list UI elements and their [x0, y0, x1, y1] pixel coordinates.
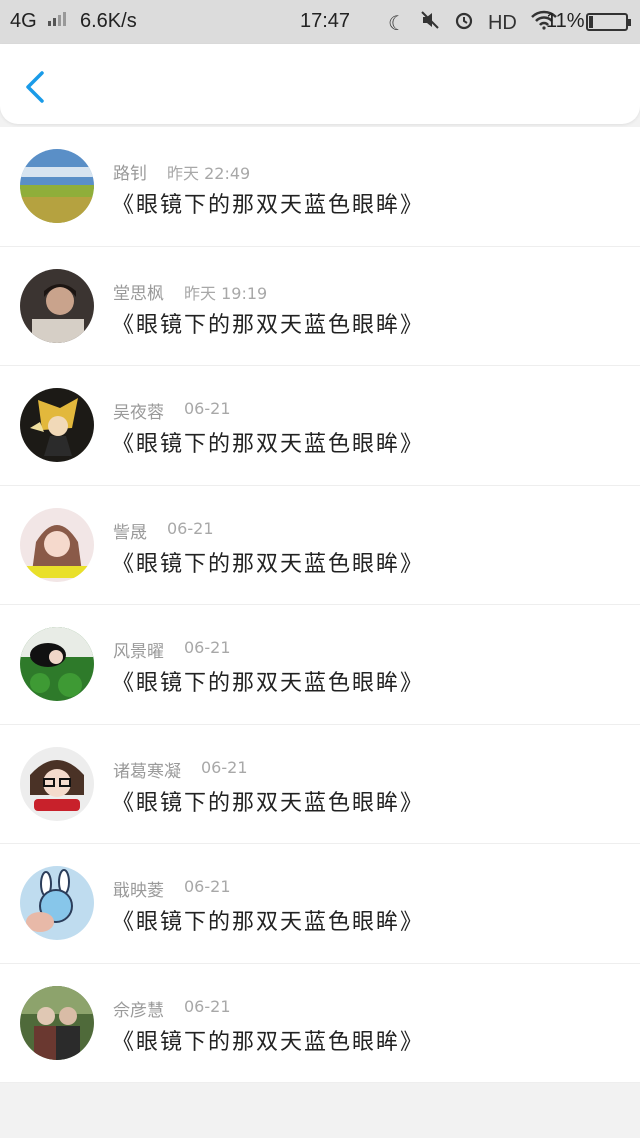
message-text: 《眼镜下的那双天蓝色眼眸》: [112, 790, 425, 816]
message-time: 06-21: [184, 399, 231, 418]
sender-name: 风景曜: [113, 642, 164, 662]
avatar[interactable]: [20, 746, 94, 821]
message-text: 《眼镜下的那双天蓝色眼眸》: [112, 193, 425, 218]
message-time: 06-21: [184, 877, 231, 896]
message-text: 《眼镜下的那双天蓝色眼眸》: [112, 551, 425, 577]
list-item[interactable]: 路钊 昨天 22:49 《眼镜下的那双天蓝色眼眸》: [0, 127, 640, 247]
sender-name: 訾晟: [113, 522, 147, 543]
sender-name: 戢映菱: [113, 881, 164, 901]
message-text: 《眼镜下的那双天蓝色眼眸》: [112, 1029, 425, 1055]
status-bar: 4G 6.6K/s 17:47 ☾ HD 11%: [0, 0, 640, 44]
avatar[interactable]: [20, 507, 94, 582]
clock: 17:47: [300, 10, 351, 32]
message-text: 《眼镜下的那双天蓝色眼眸》: [112, 432, 425, 457]
avatar[interactable]: [20, 149, 94, 223]
alarm-icon: [454, 10, 474, 36]
moon-icon: ☾: [388, 12, 406, 35]
signal-icon: [48, 10, 66, 26]
list-item[interactable]: 堂思枫 昨天 19:19 《眼镜下的那双天蓝色眼眸》: [0, 247, 640, 366]
sender-name: 诸葛寒凝: [113, 761, 181, 782]
message-time: 昨天 19:19: [184, 283, 268, 303]
sender-name: 路钊: [113, 164, 147, 184]
list-item[interactable]: 戢映菱 06-21 《眼镜下的那双天蓝色眼眸》: [0, 844, 640, 964]
list-item[interactable]: 訾晟 06-21 《眼镜下的那双天蓝色眼眸》: [0, 486, 640, 605]
list-item[interactable]: 风景曜 06-21 《眼镜下的那双天蓝色眼眸》: [0, 605, 640, 725]
chevron-left-icon: [26, 71, 44, 103]
avatar[interactable]: [20, 268, 94, 343]
top-nav-bar: [0, 44, 640, 124]
list-item[interactable]: 佘彦慧 06-21 《眼镜下的那双天蓝色眼眸》: [0, 964, 640, 1083]
message-text: 《眼镜下的那双天蓝色眼眸》: [112, 312, 425, 338]
list-item[interactable]: 诸葛寒凝 06-21 《眼镜下的那双天蓝色眼眸》: [0, 725, 640, 844]
message-time: 06-21: [184, 638, 231, 657]
list-item[interactable]: 吴夜蓉 06-21 《眼镜下的那双天蓝色眼眸》: [0, 366, 640, 486]
battery-percent: 11%: [546, 10, 585, 32]
message-text: 《眼镜下的那双天蓝色眼眸》: [112, 671, 425, 696]
sender-name: 佘彦慧: [113, 1000, 164, 1021]
hd-label: HD: [487, 11, 517, 34]
message-list: 路钊 昨天 22:49 《眼镜下的那双天蓝色眼眸》 堂思枫 昨天 19:19 《…: [0, 127, 640, 1083]
mute-icon: [420, 10, 440, 36]
message-time: 06-21: [167, 518, 214, 538]
message-time: 06-21: [184, 996, 231, 1016]
sender-name: 吴夜蓉: [113, 403, 164, 423]
message-time: 昨天 22:49: [167, 164, 251, 183]
network-speed: 6.6K/s: [80, 10, 137, 32]
network-type: 4G: [10, 10, 37, 32]
sender-name: 堂思枫: [113, 283, 164, 304]
message-text: 《眼镜下的那双天蓝色眼眸》: [112, 910, 425, 935]
avatar[interactable]: [20, 866, 94, 940]
battery-icon: [586, 13, 631, 31]
avatar[interactable]: [20, 627, 94, 701]
message-time: 06-21: [201, 757, 248, 777]
avatar[interactable]: [20, 985, 94, 1060]
divider: [0, 1082, 640, 1083]
back-button[interactable]: [22, 70, 50, 104]
avatar[interactable]: [20, 388, 94, 462]
